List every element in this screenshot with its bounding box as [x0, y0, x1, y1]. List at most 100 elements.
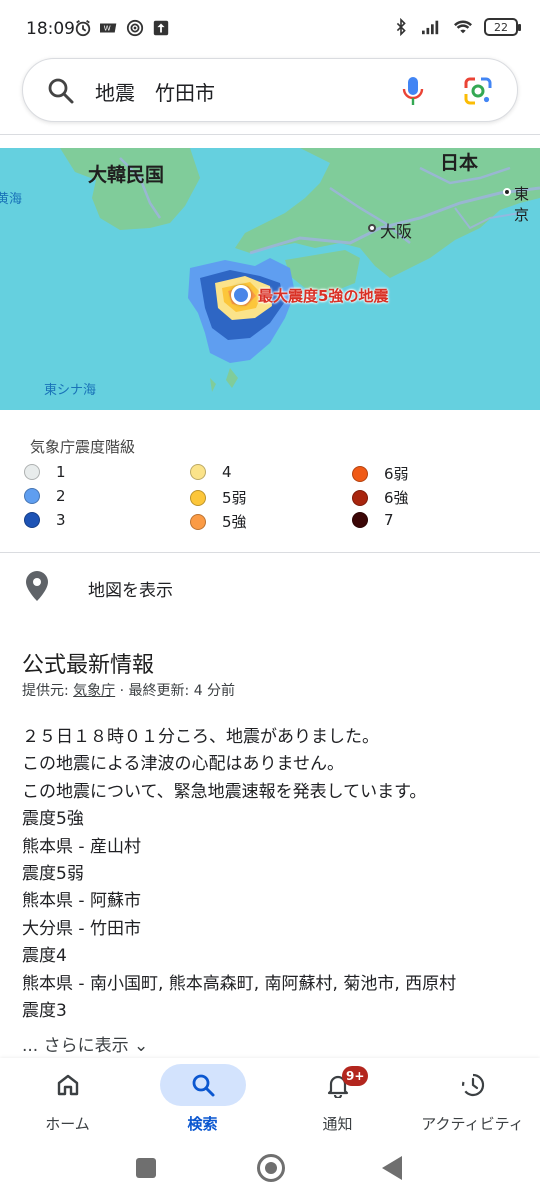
info-title: 公式最新情報 — [22, 653, 155, 678]
legend-color-swatch — [190, 513, 206, 530]
nav-item-search[interactable]: 検索 — [135, 1058, 270, 1142]
status-time: 18:09 — [26, 19, 75, 39]
source-updated: · 最終更新: 4 分前 — [115, 683, 236, 699]
nav-icon-wrap — [430, 1064, 516, 1106]
bottom-nav: ホーム 検索 9+ 通知 アクティビティ — [0, 1058, 540, 1142]
epicenter-marker[interactable] — [231, 285, 251, 305]
nav-item-notifications[interactable]: 9+ 通知 — [270, 1058, 405, 1142]
alarm-icon — [75, 20, 91, 37]
legend-color-swatch — [24, 488, 40, 504]
legend-item: 6弱 — [352, 463, 409, 484]
app-notification-icon: W — [100, 23, 117, 33]
tokyo-dot — [503, 188, 511, 196]
nav-label-search: 検索 — [187, 1115, 218, 1133]
info-line: 震度4 — [22, 946, 67, 967]
legend-color-swatch — [190, 489, 206, 506]
legend-color-swatch — [24, 464, 40, 480]
nav-label-home: ホーム — [45, 1115, 90, 1133]
map-label-japan: 日本 — [440, 152, 479, 174]
osaka-dot — [368, 224, 376, 232]
recent-apps-button[interactable] — [136, 1158, 156, 1178]
info-source: 提供元: 気象庁 · 最終更新: 4 分前 — [22, 680, 235, 700]
legend-label: 5強 — [222, 513, 247, 531]
legend-title: 気象庁震度階級 — [30, 438, 136, 456]
legend-item: 2 — [24, 487, 66, 505]
info-line: 大分県 - 竹田市 — [22, 918, 141, 939]
map-graphic — [60, 148, 540, 392]
mic-icon[interactable] — [401, 75, 425, 107]
info-line: 震度5弱 — [22, 863, 84, 884]
lens-icon[interactable] — [463, 76, 493, 106]
legend-label: 3 — [56, 511, 66, 529]
upload-icon — [153, 20, 169, 36]
nav-label-activity: アクティビティ — [421, 1115, 524, 1133]
source-link[interactable]: 気象庁 — [73, 683, 115, 699]
legend-color-swatch — [352, 512, 368, 528]
signal-icon — [422, 20, 439, 35]
legend-color-swatch — [24, 512, 40, 528]
info-line: 震度5強 — [22, 809, 84, 830]
info-line: 熊本県 - 南小国町, 熊本高森町, 南阿蘇村, 菊池市, 西原村 — [22, 973, 457, 994]
legend-item: 3 — [24, 511, 66, 529]
map-label-korea: 大韓民国 — [88, 164, 165, 186]
legend-item: 7 — [352, 511, 394, 529]
system-nav-bar — [0, 1142, 540, 1200]
status-notification-icons: W — [74, 19, 170, 37]
divider — [0, 134, 540, 135]
map-label-osaka: 大阪 — [380, 222, 413, 241]
map-label-yellow-sea: 黄海 — [0, 192, 23, 207]
legend-label: 1 — [56, 463, 66, 481]
wifi-icon — [454, 20, 472, 34]
target-icon — [126, 19, 144, 37]
info-line: この地震による津波の心配はありません。 — [22, 754, 344, 775]
legend-color-swatch — [190, 464, 206, 480]
info-line: 熊本県 - 産山村 — [22, 836, 141, 857]
show-more-link[interactable]: ... さらに表示 ⌄ — [22, 1031, 148, 1056]
svg-text:W: W — [104, 24, 111, 33]
search-input[interactable]: 地震 竹田市 — [95, 77, 215, 106]
map-label-east-china-sea: 東シナ海 — [44, 383, 97, 398]
legend-label: 4 — [222, 463, 232, 481]
search-bar[interactable]: 地震 竹田市 — [22, 58, 518, 122]
location-pin-icon[interactable] — [26, 571, 48, 601]
status-system-icons: 22 — [392, 18, 521, 36]
legend-label: 5弱 — [222, 489, 247, 507]
info-body: ２５日１８時０１分ころ、地震がありました。 この地震による津波の心配はありません… — [22, 724, 522, 1025]
status-bar: 18:09 W 22 — [0, 0, 540, 60]
legend-item: 5強 — [190, 511, 247, 532]
legend-item: 4 — [190, 463, 232, 481]
home-button[interactable] — [257, 1154, 285, 1182]
battery-indicator: 22 — [484, 18, 521, 36]
divider — [0, 552, 540, 553]
bluetooth-icon — [396, 18, 406, 36]
legend-label: 2 — [56, 487, 66, 505]
map-label-tokyo: 東京 — [514, 185, 530, 224]
info-line: 熊本県 - 阿蘇市 — [22, 891, 141, 912]
search-icon[interactable] — [47, 77, 75, 105]
show-map-link[interactable]: 地図を表示 — [88, 576, 173, 601]
info-line: ２５日１８時０１分ころ、地震がありました。 — [22, 727, 379, 747]
legend-color-swatch — [352, 465, 368, 482]
legend-item: 6強 — [352, 487, 409, 508]
activity-icon — [461, 1073, 484, 1097]
nav-item-activity[interactable]: アクティビティ — [405, 1058, 540, 1142]
nav-icon-wrap — [295, 1064, 381, 1106]
earthquake-map[interactable]: 大韓民国 日本 東京 大阪 黄海 東シナ海 最大震度5強の地震 — [0, 148, 540, 410]
nav-label-notifications: 通知 — [322, 1115, 353, 1133]
info-line: 震度3 — [22, 1000, 67, 1021]
nav-item-home[interactable]: ホーム — [0, 1058, 135, 1142]
legend-label: 7 — [384, 511, 394, 529]
legend-label: 6弱 — [384, 465, 409, 483]
home-icon — [57, 1074, 78, 1096]
legend-item: 5弱 — [190, 487, 247, 508]
legend-item: 1 — [24, 463, 66, 481]
back-button[interactable] — [382, 1156, 402, 1180]
legend-color-swatch — [352, 489, 368, 506]
map-label-epicenter: 最大震度5強の地震 — [258, 287, 389, 305]
source-prefix: 提供元: — [22, 683, 74, 699]
search-icon — [192, 1074, 214, 1097]
legend-label: 6強 — [384, 489, 409, 507]
notification-badge: 9+ — [342, 1066, 369, 1086]
nav-icon-wrap — [159, 1064, 246, 1106]
nav-icon-wrap — [25, 1064, 111, 1106]
